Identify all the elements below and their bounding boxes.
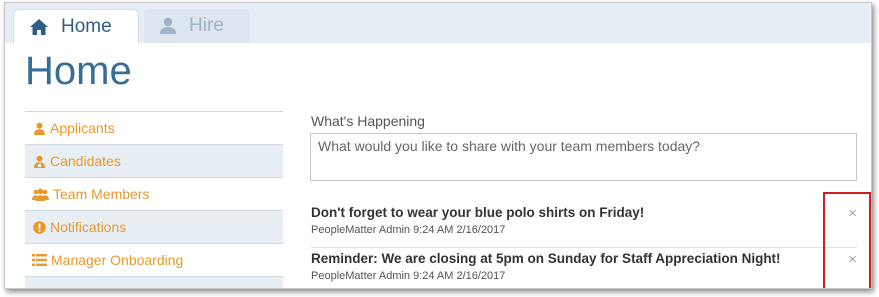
tab-hire[interactable]: Hire (144, 9, 250, 43)
sidebar-item-label: Candidates (50, 153, 121, 169)
sidebar-item-team-members[interactable]: Team Members (25, 178, 283, 211)
tab-home[interactable]: Home (13, 9, 139, 44)
tab-bar: Home Hire (5, 3, 871, 44)
tab-hire-label: Hire (189, 15, 224, 36)
sidebar-item-partial[interactable] (25, 277, 283, 288)
sidebar-item-applicants[interactable]: Applicants (25, 112, 283, 145)
sidebar-item-label: Manager Onboarding (51, 252, 184, 268)
exclamation-circle-icon (32, 220, 46, 234)
feed-post: Don't forget to wear your blue polo shir… (311, 204, 857, 248)
post-timestamp: 9:24 AM 2/16/2017 (413, 224, 506, 236)
post-author: PeopleMatter Admin (311, 270, 411, 282)
post-author: PeopleMatter Admin (311, 224, 411, 236)
post-meta: PeopleMatter Admin 9:24 AM 2/16/2017 (311, 224, 857, 236)
post-timestamp: 9:24 AM 2/16/2017 (413, 270, 506, 282)
sidebar-item-label: Applicants (50, 120, 115, 136)
share-input[interactable] (310, 133, 857, 181)
user-icon (32, 121, 46, 135)
feed-post: Reminder: We are closing at 5pm on Sunda… (311, 250, 857, 288)
post-meta: PeopleMatter Admin 9:24 AM 2/16/2017 (311, 270, 857, 282)
app-window: Home Hire Home Applicants Candidates Tea… (4, 2, 872, 289)
user-badge-icon (32, 154, 46, 168)
post-text: Reminder: We are closing at 5pm on Sunda… (311, 251, 781, 266)
sidebar-item-notifications[interactable]: Notifications (25, 211, 283, 244)
sidebar-item-candidates[interactable]: Candidates (25, 145, 283, 178)
users-icon (32, 187, 49, 201)
sidebar-nav: Applicants Candidates Team Members Notif… (25, 111, 283, 288)
highlight-annotation (823, 192, 871, 288)
page-title: Home (25, 49, 132, 93)
sidebar-item-manager-onboarding[interactable]: Manager Onboarding (25, 244, 283, 277)
list-icon (32, 253, 47, 267)
tab-home-label: Home (61, 16, 112, 37)
home-icon (29, 18, 49, 36)
sidebar-item-label: Team Members (53, 186, 150, 202)
post-text: Don't forget to wear your blue polo shir… (311, 205, 645, 220)
user-icon (159, 17, 177, 35)
activity-feed: Don't forget to wear your blue polo shir… (311, 204, 857, 288)
sidebar-item-label: Notifications (50, 219, 127, 235)
section-label: What's Happening (311, 113, 425, 129)
